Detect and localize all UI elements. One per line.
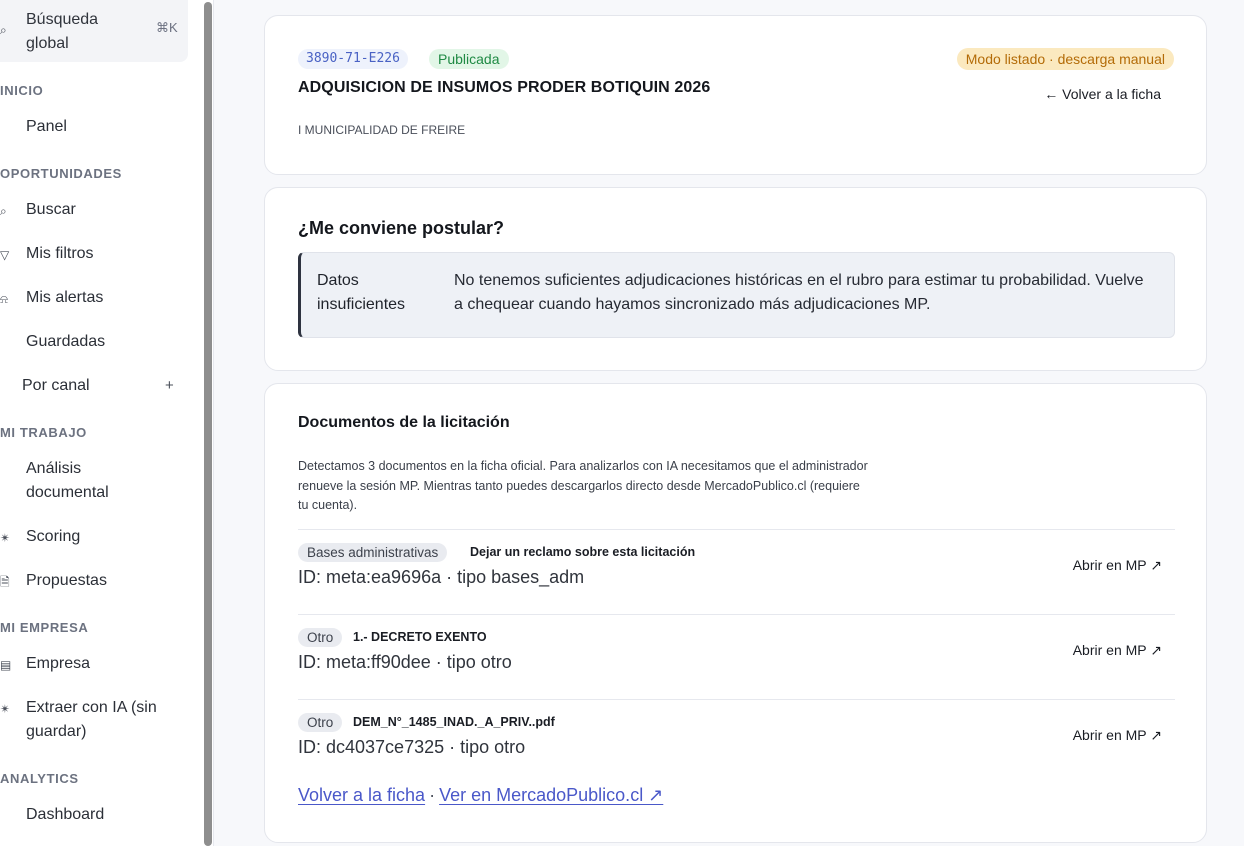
mode-badge: Modo listado · descarga manual [956,48,1174,70]
sidebar-item-extraer-ia[interactable]: ✴ Extraer con IA (sin guardar) [0,696,188,744]
sidebar-item-label: Buscar [26,201,76,218]
page-title: ADQUISICION DE INSUMOS PRODER BOTIQUIN 2… [298,79,711,96]
section-oportunidades: OPORTUNIDADES [0,166,122,181]
section-mi-trabajo: MI TRABAJO [0,425,87,440]
sidebar-item-mis-filtros[interactable]: ▽ Mis filtros [0,242,188,266]
documents-title: Documentos de la licitación [298,414,510,431]
sidebar-item-analisis-documental[interactable]: Análisis documental [0,457,188,505]
sidebar-item-label: Dashboard [26,806,105,823]
tender-header-card: 3890-71-E226 Publicada Modo listado · de… [264,15,1207,175]
section-analytics: ANALYTICS [0,771,79,786]
sidebar-item-empresa[interactable]: ▤ Empresa [0,652,188,676]
notice-text: No tenemos suficientes adjudicaciones hi… [454,272,1144,313]
open-in-mp-link[interactable]: Abrir en MP ↗ [1073,727,1162,744]
document-name[interactable]: 1.- DECRETO EXENTO [353,630,487,644]
organization-name: I MUNICIPALIDAD DE FREIRE [298,123,466,137]
sidebar-item-scoring[interactable]: ✴ Scoring [0,525,188,549]
tender-code-badge: 3890-71-E226 [298,49,408,69]
sidebar-item-panel[interactable]: Panel [0,115,188,139]
bell-icon: ⍾ [0,292,8,306]
sidebar-item-label: Propuestas [26,572,107,589]
document-id: ID: dc4037ce7325 · tipo otro [298,737,526,757]
eligibility-card: ¿Me conviene postular? Datos insuficient… [264,187,1207,371]
building-icon: ▤ [0,658,12,672]
filter-icon: ▽ [0,248,10,262]
sidebar-scrollbar[interactable] [203,0,213,846]
notice-label: Datos insuficientes [317,272,406,313]
sidebar-item-label: Scoring [26,528,81,545]
sidebar-divider [213,0,214,846]
document-row: Bases administrativas Dejar un reclamo s… [298,529,1175,614]
search-icon: ⌕ [0,23,7,37]
document-type-tag: Otro [298,628,343,647]
document-name[interactable]: DEM_N°_1485_INAD._A_PRIV..pdf [353,715,555,729]
document-icon: 🗎 [0,575,10,589]
view-on-mercadopublico-link[interactable]: Ver en MercadoPublico.cl ↗ [439,785,663,805]
document-id: ID: meta:ea9696a · tipo bases_adm [298,567,585,587]
sidebar-item-dashboard[interactable]: Dashboard [0,803,188,827]
sidebar-item-mis-alertas[interactable]: ⍾ Mis alertas [0,286,188,310]
document-type-tag: Otro [298,713,343,732]
insufficient-data-notice: Datos insuficientes No tenemos suficient… [298,252,1175,338]
sidebar-item-buscar[interactable]: ⌕ Buscar [0,198,188,222]
sidebar-item-por-canal[interactable]: Por canal + [0,374,188,398]
sidebar-scrollbar-thumb[interactable] [204,2,212,846]
sparkle-icon: ✴ [0,702,11,716]
sidebar-item-label: Análisis documental [26,460,109,501]
documents-card: Documentos de la licitación Detectamos 3… [264,383,1207,843]
document-row: Otro DEM_N°_1485_INAD._A_PRIV..pdf ID: d… [298,699,1175,784]
section-inicio: INICIO [0,83,44,98]
sidebar-item-label: Guardadas [26,333,106,350]
open-in-mp-link[interactable]: Abrir en MP ↗ [1073,642,1162,659]
sidebar-item-guardadas[interactable]: Guardadas [0,330,188,354]
back-to-record-link[interactable]: ← Volver a la ficha [1044,86,1161,102]
global-search-button[interactable]: ⌕ Búsqueda global ⌘K [0,0,188,62]
sidebar-item-label: Empresa [26,655,91,672]
sparkle-icon: ✴ [0,531,11,545]
sidebar-item-propuestas[interactable]: 🗎 Propuestas [0,569,188,593]
search-icon: ⌕ [0,204,7,218]
document-type-tag: Bases administrativas [298,543,448,562]
sidebar-item-label: Mis filtros [26,245,94,262]
open-in-mp-link[interactable]: Abrir en MP ↗ [1073,557,1162,574]
documents-description: Detectamos 3 documentos en la ficha ofic… [298,459,868,512]
document-row: Otro 1.- DECRETO EXENTO ID: meta:ff90dee… [298,614,1175,699]
global-search-label: Búsqueda global [26,11,99,52]
sidebar-item-label: Panel [26,118,67,135]
plus-icon[interactable]: + [165,374,174,398]
eligibility-title: ¿Me conviene postular? [298,218,505,238]
search-shortcut: ⌘K [156,20,178,35]
status-badge: Publicada [429,49,509,69]
sidebar-item-label: Extraer con IA (sin guardar) [26,699,157,740]
document-id: ID: meta:ff90dee · tipo otro [298,652,512,672]
documents-footer-links: Volver a la ficha · Ver en MercadoPublico.… [298,785,663,806]
sidebar-item-label: Por canal [22,377,90,394]
link-separator: · [429,785,436,805]
sidebar: ⌕ Búsqueda global ⌘K INICIO Panel OPORTU… [0,0,203,846]
section-mi-empresa: MI EMPRESA [0,620,89,635]
document-name[interactable]: Dejar un reclamo sobre esta licitación [470,545,695,559]
sidebar-item-label: Mis alertas [26,289,104,306]
back-to-record-link[interactable]: Volver a la ficha [298,785,425,805]
